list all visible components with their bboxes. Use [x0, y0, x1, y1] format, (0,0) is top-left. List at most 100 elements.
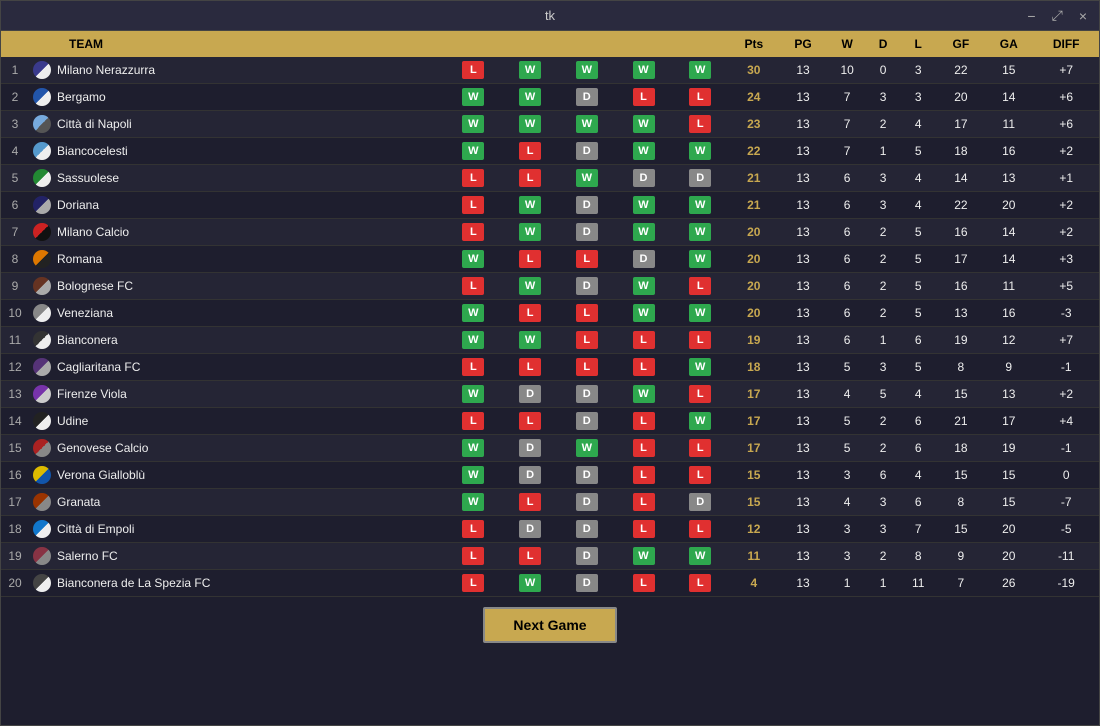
result-badge: W: [462, 331, 484, 349]
team-label: Firenze Viola: [57, 387, 127, 401]
rank-cell: 16: [1, 462, 29, 489]
result-badge: L: [462, 61, 484, 79]
result-cell-4: W: [615, 219, 672, 246]
team-name-cell: Sassuolese: [29, 165, 445, 192]
result-cell-3: D: [558, 408, 615, 435]
result-badge: W: [519, 196, 541, 214]
team-name-cell: Verona Gialloblù: [29, 462, 445, 489]
result-cell-3: L: [558, 246, 615, 273]
result-cell-1: W: [445, 300, 502, 327]
gf-cell: 9: [938, 543, 985, 570]
result-cell-2: L: [502, 354, 559, 381]
result-badge: L: [462, 196, 484, 214]
rank-cell: 9: [1, 273, 29, 300]
w-cell: 4: [827, 381, 867, 408]
pts-cell: 20: [729, 246, 779, 273]
team-name-cell: Città di Napoli: [29, 111, 445, 138]
result-cell-5: W: [672, 219, 729, 246]
table-row: 3Città di NapoliWWWWL23137241711+6: [1, 111, 1099, 138]
result-cell-5: W: [672, 354, 729, 381]
result-cell-5: L: [672, 381, 729, 408]
diff-cell: +7: [1033, 327, 1099, 354]
ga-header: GA: [984, 31, 1033, 57]
gf-cell: 14: [938, 165, 985, 192]
table-row: 14UdineLLDLW17135262117+4: [1, 408, 1099, 435]
team-logo: [33, 61, 51, 79]
l-cell: 5: [899, 246, 938, 273]
pg-cell: 13: [779, 219, 827, 246]
team-label: Sassuolese: [57, 171, 119, 185]
diff-cell: +3: [1033, 246, 1099, 273]
ga-cell: 11: [984, 273, 1033, 300]
result-badge: W: [462, 142, 484, 160]
rank-cell: 10: [1, 300, 29, 327]
r3-header: [558, 31, 615, 57]
result-cell-1: L: [445, 354, 502, 381]
result-cell-5: L: [672, 111, 729, 138]
result-badge: L: [689, 331, 711, 349]
result-cell-1: W: [445, 138, 502, 165]
result-cell-2: L: [502, 300, 559, 327]
result-badge: W: [462, 466, 484, 484]
gf-cell: 16: [938, 273, 985, 300]
w-cell: 5: [827, 435, 867, 462]
l-cell: 5: [899, 300, 938, 327]
gf-cell: 7: [938, 570, 985, 597]
maximize-button[interactable]: ⤢: [1048, 7, 1067, 24]
result-badge: W: [689, 223, 711, 241]
result-badge: W: [519, 331, 541, 349]
result-badge: W: [462, 493, 484, 511]
l-cell: 3: [899, 84, 938, 111]
result-badge: W: [519, 277, 541, 295]
ga-cell: 17: [984, 408, 1033, 435]
w-cell: 3: [827, 543, 867, 570]
d-header: D: [867, 31, 899, 57]
pg-cell: 13: [779, 165, 827, 192]
diff-cell: +2: [1033, 381, 1099, 408]
team-logo: [33, 142, 51, 160]
ga-cell: 20: [984, 192, 1033, 219]
table-row: 12Cagliaritana FCLLLLW181353589-1: [1, 354, 1099, 381]
w-cell: 6: [827, 327, 867, 354]
result-badge: L: [633, 439, 655, 457]
gf-cell: 18: [938, 138, 985, 165]
w-cell: 6: [827, 273, 867, 300]
result-badge: L: [519, 142, 541, 160]
team-logo: [33, 439, 51, 457]
result-badge: L: [689, 385, 711, 403]
r4-header: [615, 31, 672, 57]
gf-cell: 8: [938, 489, 985, 516]
result-cell-2: W: [502, 111, 559, 138]
close-button[interactable]: ×: [1075, 7, 1091, 24]
table-header-row: TEAM Pts PG W D L GF GA DIFF: [1, 31, 1099, 57]
next-game-button[interactable]: Next Game: [483, 607, 616, 643]
gf-cell: 15: [938, 516, 985, 543]
diff-cell: -11: [1033, 543, 1099, 570]
result-badge: L: [633, 331, 655, 349]
team-label: Bergamo: [57, 90, 106, 104]
d-cell: 3: [867, 192, 899, 219]
team-label: Genovese Calcio: [57, 441, 148, 455]
result-badge: L: [462, 169, 484, 187]
result-badge: W: [689, 61, 711, 79]
l-cell: 11: [899, 570, 938, 597]
result-cell-4: W: [615, 111, 672, 138]
result-cell-3: W: [558, 165, 615, 192]
diff-cell: +2: [1033, 138, 1099, 165]
result-badge: W: [576, 115, 598, 133]
team-logo: [33, 412, 51, 430]
table-row: 19Salerno FCLLDWW1113328920-11: [1, 543, 1099, 570]
gf-header: GF: [938, 31, 985, 57]
result-cell-3: D: [558, 84, 615, 111]
table-row: 6DorianaLWDWW21136342220+2: [1, 192, 1099, 219]
pg-cell: 13: [779, 408, 827, 435]
minimize-button[interactable]: −: [1023, 7, 1039, 24]
result-cell-5: W: [672, 192, 729, 219]
result-badge: L: [633, 574, 655, 592]
result-cell-4: L: [615, 327, 672, 354]
team-name-cell: Milano Calcio: [29, 219, 445, 246]
pts-cell: 18: [729, 354, 779, 381]
l-cell: 4: [899, 462, 938, 489]
result-cell-1: L: [445, 273, 502, 300]
pg-cell: 13: [779, 354, 827, 381]
